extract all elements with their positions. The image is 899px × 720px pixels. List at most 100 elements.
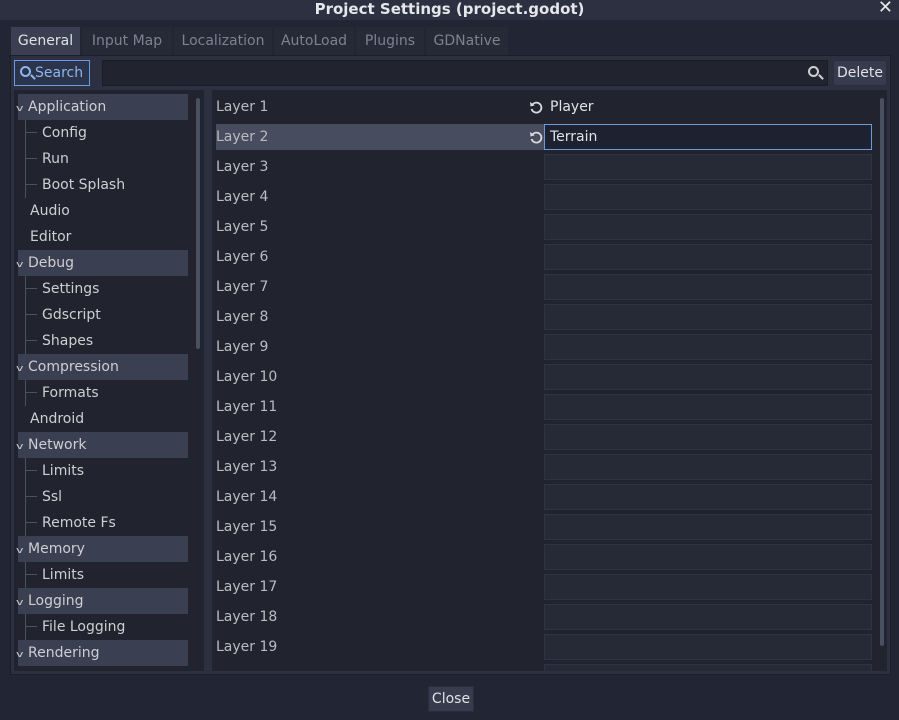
- tree-section-compression[interactable]: v Compression: [16, 354, 188, 380]
- delete-button[interactable]: Delete: [833, 60, 887, 86]
- search-input[interactable]: [103, 61, 827, 85]
- chevron-down-icon: v: [16, 104, 24, 114]
- tree-item-gdscript[interactable]: Gdscript: [42, 302, 101, 328]
- tree-item-label: Network: [28, 437, 87, 453]
- tree-item-settings[interactable]: Settings: [42, 276, 99, 302]
- layer-row[interactable]: Layer 14: [216, 484, 544, 510]
- tree-item-remote-fs[interactable]: Remote Fs: [42, 510, 116, 536]
- layer-row[interactable]: Layer 6: [216, 244, 544, 270]
- layer-row[interactable]: Layer 15: [216, 514, 544, 540]
- close-button[interactable]: Close: [428, 686, 474, 712]
- tree-scrollbar[interactable]: [196, 98, 200, 349]
- tree-item-label: Debug: [28, 255, 75, 271]
- tree-item-file-logging[interactable]: File Logging: [42, 614, 125, 640]
- layer-row[interactable]: Layer 8: [216, 304, 544, 330]
- layer-name-field[interactable]: [544, 544, 872, 570]
- tree-section-rendering[interactable]: v Rendering: [16, 640, 188, 666]
- tree-section-debug[interactable]: v Debug: [16, 250, 188, 276]
- tree-item-formats[interactable]: Formats: [42, 380, 99, 406]
- layer-name-field[interactable]: [544, 214, 872, 240]
- search-button[interactable]: Search: [14, 60, 90, 86]
- tree-item-audio[interactable]: Audio: [30, 198, 70, 224]
- tree-branch-line: [25, 288, 37, 289]
- layer-label: Layer 17: [216, 579, 278, 595]
- layer-row[interactable]: Layer 10: [216, 364, 544, 390]
- section-tree: v Application Config Run Boot Splash Audi…: [14, 90, 204, 671]
- tree-branch-line: [25, 184, 37, 185]
- window-title: Project Settings (project.godot): [314, 0, 585, 18]
- tab-gdnative[interactable]: GDNative: [426, 27, 508, 55]
- layer-row[interactable]: Layer 18: [216, 604, 544, 630]
- layer-label: Layer 15: [216, 519, 278, 535]
- tree-item-label: Memory: [28, 541, 85, 557]
- tree-item-run[interactable]: Run: [42, 146, 69, 172]
- layer-row[interactable]: Layer 11: [216, 394, 544, 420]
- tab-localization[interactable]: Localization: [174, 27, 272, 55]
- layer-name-field[interactable]: [544, 604, 872, 630]
- layer-name-field[interactable]: [544, 484, 872, 510]
- layer-row[interactable]: Layer 2: [216, 124, 544, 150]
- tree-item-editor[interactable]: Editor: [30, 224, 71, 250]
- tree-item-boot-splash[interactable]: Boot Splash: [42, 172, 125, 198]
- layer-name-field[interactable]: Player: [544, 94, 872, 120]
- layer-name-field[interactable]: [544, 574, 872, 600]
- tree-branch-line: [25, 392, 37, 393]
- title-bar: Project Settings (project.godot) ✕: [0, 0, 899, 20]
- layer-label: Layer 4: [216, 189, 269, 205]
- tab-input-map[interactable]: Input Map: [82, 27, 172, 55]
- revert-icon[interactable]: [529, 130, 543, 144]
- layer-row[interactable]: Layer 12: [216, 424, 544, 450]
- tree-branch-line: [25, 614, 26, 640]
- tree-item-label: Compression: [28, 359, 119, 375]
- layer-name-field[interactable]: [544, 184, 872, 210]
- layer-label: Layer 14: [216, 489, 278, 505]
- layer-row[interactable]: Layer 3: [216, 154, 544, 180]
- tree-item-shapes[interactable]: Shapes: [42, 328, 93, 354]
- layer-row[interactable]: Layer 9: [216, 334, 544, 360]
- layer-row[interactable]: Layer 4: [216, 184, 544, 210]
- list-scrollbar[interactable]: [880, 98, 884, 646]
- layer-label: Layer 12: [216, 429, 278, 445]
- tree-section-application[interactable]: v Application: [16, 94, 188, 120]
- layer-name-field[interactable]: [544, 154, 872, 180]
- close-icon[interactable]: ✕: [878, 0, 893, 18]
- tree-branch-line: [25, 522, 37, 523]
- layer-row[interactable]: Layer 13: [216, 454, 544, 480]
- tree-item-android[interactable]: Android: [30, 406, 84, 432]
- tree-item-label: Rendering: [28, 645, 100, 661]
- tree-item-memory-limits[interactable]: Limits: [42, 562, 84, 588]
- layer-name-field[interactable]: [544, 514, 872, 540]
- revert-icon[interactable]: [529, 100, 543, 114]
- chevron-down-icon: v: [16, 650, 24, 660]
- layer-name-field[interactable]: [544, 394, 872, 420]
- tree-section-network[interactable]: v Network: [16, 432, 188, 458]
- tree-section-memory[interactable]: v Memory: [16, 536, 188, 562]
- layer-row[interactable]: Layer 19: [216, 634, 544, 660]
- search-icon: [20, 66, 31, 77]
- layer-row[interactable]: Layer 17: [216, 574, 544, 600]
- tree-item-config[interactable]: Config: [42, 120, 87, 146]
- tree-branch-line: [25, 496, 37, 497]
- layer-row[interactable]: Layer 16: [216, 544, 544, 570]
- tab-autoload[interactable]: AutoLoad: [274, 27, 354, 55]
- layer-name-field[interactable]: [544, 454, 872, 480]
- tree-branch-line: [25, 340, 37, 341]
- layer-name-field[interactable]: [544, 424, 872, 450]
- tree-item-limits[interactable]: Limits: [42, 458, 84, 484]
- layer-name-field[interactable]: Terrain: [544, 124, 872, 150]
- tree-section-logging[interactable]: v Logging: [16, 588, 188, 614]
- layer-row[interactable]: Layer 5: [216, 214, 544, 240]
- layer-name-field[interactable]: [544, 334, 872, 360]
- layer-name-field[interactable]: [544, 364, 872, 390]
- layer-row[interactable]: Layer 7: [216, 274, 544, 300]
- layer-name-field[interactable]: [544, 274, 872, 300]
- tab-general[interactable]: General: [11, 27, 80, 55]
- tree-item-ssl[interactable]: Ssl: [42, 484, 62, 510]
- layer-name-field[interactable]: [544, 244, 872, 270]
- tab-plugins[interactable]: Plugins: [356, 27, 424, 55]
- layer-row[interactable]: Layer 1: [216, 94, 544, 120]
- layer-name-field[interactable]: [544, 304, 872, 330]
- layer-name-field[interactable]: [544, 634, 872, 660]
- layer-name-field[interactable]: [544, 664, 872, 671]
- search-field-icon: [808, 66, 819, 77]
